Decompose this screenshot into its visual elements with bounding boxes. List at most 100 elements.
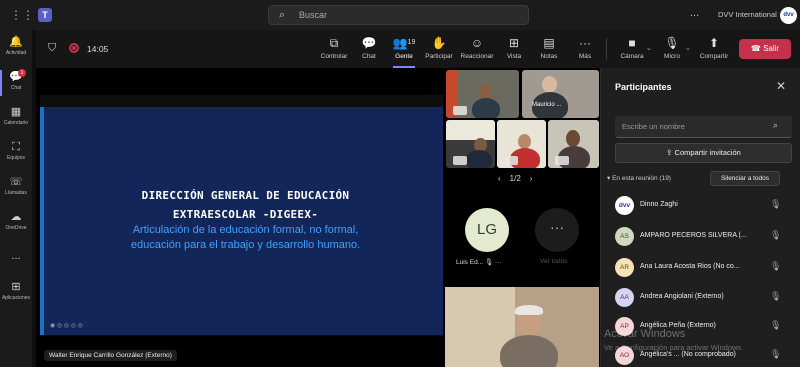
grid-icon[interactable]: ⋮⋮	[10, 8, 34, 22]
chevron-left-icon[interactable]: ‹	[498, 174, 501, 183]
chat-button[interactable]: 💬 Chat	[350, 35, 388, 60]
people-button[interactable]: 👥19 Gente	[385, 35, 423, 68]
mic-off-icon: 🎙	[484, 259, 494, 266]
slide-controls[interactable]: ◉ ◎ ◎ ◎ ◎	[50, 322, 83, 329]
participant-row[interactable]: AA Andrea Angiolani (Externo) 🎙	[612, 287, 800, 309]
rail-item-label: Llamadas	[5, 190, 27, 196]
share-button[interactable]: ⬆ Compartir	[695, 35, 733, 60]
avatar: AR	[615, 258, 634, 277]
participant-head	[542, 76, 557, 93]
video-tile[interactable]	[446, 120, 495, 168]
participant-count: 19	[407, 39, 416, 46]
view-all-avatar[interactable]: ···	[535, 208, 579, 252]
shield-icon[interactable]: ⛉	[48, 42, 56, 55]
button-label: Vista	[506, 53, 522, 60]
org-name[interactable]: DVV International	[718, 10, 777, 19]
participant-avatar[interactable]: LG	[465, 208, 509, 252]
video-tile[interactable]	[446, 70, 519, 118]
mute-all-button[interactable]: Silenciar a todos	[710, 171, 780, 186]
leave-label: Salir	[763, 44, 780, 53]
slide-subtitle-line1: Articulación de la educación formal, no …	[132, 224, 359, 236]
raise-hand-button[interactable]: ✋ Participar	[420, 35, 458, 60]
notes-icon: ▤	[543, 36, 555, 50]
rail-item-activity[interactable]: 🔔 Actividad	[0, 36, 32, 56]
control-button[interactable]: ⧉ Controlar	[315, 35, 353, 60]
more-icon[interactable]: ···	[495, 259, 502, 266]
avatar-name-text: Luis Ed...	[456, 259, 484, 266]
participant-head	[518, 134, 531, 149]
search-placeholder: Escribe un nombre	[622, 122, 685, 131]
activation-watermark-text: Ve a Configuración para activar Windows.	[604, 343, 744, 352]
teams-window: ⋮⋮ T ⌕ Buscar ... DVV International dvv …	[0, 0, 800, 367]
video-tile[interactable]	[497, 120, 546, 168]
participant-name: Luis Ed... 🎙 ···	[456, 258, 502, 266]
participant-search-input[interactable]: Escribe un nombre ⌕	[615, 116, 792, 138]
rail-item-label: Actividad	[5, 50, 27, 56]
teams-icon: ⛶	[12, 141, 20, 153]
view-button[interactable]: ⊞ Vista	[495, 35, 533, 60]
phone-icon: ☏	[9, 176, 23, 188]
wall	[446, 120, 495, 140]
more-options-icon[interactable]: ...	[690, 7, 699, 19]
self-view-video[interactable]	[445, 287, 599, 367]
participant-body	[466, 150, 492, 168]
search-icon: ⌕	[279, 9, 286, 21]
video-tile[interactable]	[548, 120, 599, 168]
button-label: Chat	[362, 53, 376, 60]
button-label: Cámara	[620, 53, 644, 60]
rail-item-calendar[interactable]: ▦ Calendario	[0, 106, 32, 126]
leave-button[interactable]: ☎ Salir	[739, 39, 791, 59]
participant-name: Angélica's ... (No comprobado)	[640, 351, 736, 358]
chat-icon: 💬	[9, 71, 23, 83]
video-tile[interactable]: Mauricio ...	[522, 70, 599, 118]
more-button[interactable]: ··· Más	[566, 35, 604, 60]
rail-item-teams[interactable]: ⛶ Equipos	[0, 141, 32, 161]
avatar: AA	[615, 288, 634, 307]
teams-logo-icon: T	[38, 8, 52, 22]
button-label: Gente	[395, 53, 413, 60]
section-header[interactable]: ▾ En esta reunión (19)	[607, 174, 671, 182]
rail-item-chat[interactable]: 💬 1 Chat	[0, 69, 32, 91]
participant-row[interactable]: AS AMPARO PECEROS SILVERA (... 🎙	[612, 226, 800, 248]
react-button[interactable]: ☺ Reaccionar	[458, 35, 496, 60]
mic-off-icon: 🎙	[770, 291, 782, 301]
rail-item-apps[interactable]: ⊞ Aplicaciones	[0, 281, 32, 301]
camera-off-icon	[453, 156, 467, 165]
chevron-down-icon[interactable]: ⌄	[685, 44, 691, 52]
mic-off-icon: 🎙	[770, 349, 782, 359]
org-avatar[interactable]: dvv	[780, 7, 797, 24]
participant-head	[479, 84, 492, 99]
participant-row[interactable]: dvv Dinno Zaghi 🎙	[612, 195, 800, 217]
rail-item-more[interactable]: ...	[0, 250, 32, 263]
participant-body	[472, 98, 500, 118]
search-input[interactable]: ⌕ Buscar	[268, 5, 529, 25]
notes-button[interactable]: ▤ Notas	[530, 35, 568, 60]
rail-item-label: Equipos	[6, 155, 26, 161]
search-placeholder: Buscar	[299, 10, 328, 20]
phone-hangup-icon: ☎	[750, 44, 764, 53]
raise-hand-icon: ✋	[431, 36, 447, 50]
title-bar: ⋮⋮ T ⌕ Buscar ... DVV International dvv	[0, 0, 800, 30]
chevron-right-icon[interactable]: ›	[530, 174, 533, 183]
meeting-toolbar: ⛉ 14:05 ⧉ Controlar 💬 Chat 👥19 Gente ✋ P…	[36, 30, 800, 68]
rail-item-calls[interactable]: ☏ Llamadas	[0, 176, 32, 196]
more-icon: ...	[11, 250, 21, 262]
people-icon-wrap: 👥19	[385, 35, 423, 51]
slide-title-line2: EXTRAESCOLAR -DIGEEX-	[172, 208, 319, 221]
participant-row[interactable]: AR Ana Laura Acosta Rios (No co... 🎙	[612, 257, 800, 279]
shared-slide: DIRECCIÓN GENERAL DE EDUCACIÓN EXTRAESCO…	[40, 107, 443, 335]
avatar: AS	[615, 227, 634, 246]
share-invite-label: Compartir invitación	[674, 148, 741, 157]
share-invite-button[interactable]: ⇪ Compartir invitación	[615, 143, 792, 163]
presenter-name-tag: Walter Enrique Carrillo González (Extern…	[44, 350, 177, 361]
mic-off-icon: 🎙	[770, 230, 782, 240]
rail-item-onedrive[interactable]: ☁ OneDrive	[0, 211, 32, 231]
button-label: Reaccionar	[460, 53, 494, 60]
close-icon[interactable]: ✕	[776, 79, 786, 93]
view-all-label[interactable]: Ver todos	[540, 258, 567, 265]
rail-item-label: Calendario	[3, 120, 29, 126]
button-label: Más	[578, 53, 592, 60]
rail-item-label: Aplicaciones	[1, 295, 31, 301]
button-label: Controlar	[320, 53, 348, 60]
chevron-down-icon[interactable]: ⌄	[646, 44, 652, 52]
